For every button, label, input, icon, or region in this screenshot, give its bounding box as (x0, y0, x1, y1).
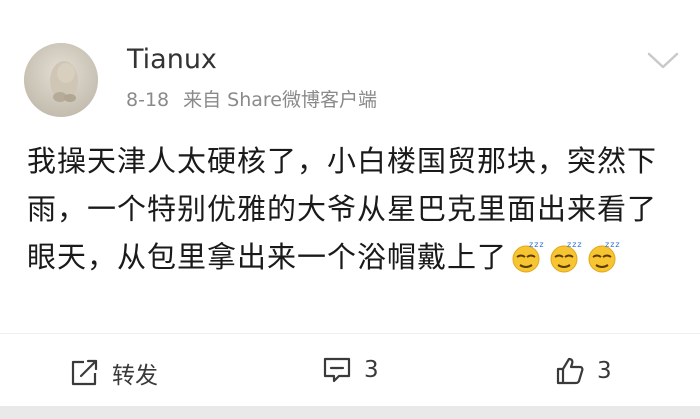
repost-icon (71, 359, 98, 386)
emoji-group: zzz zzz zzz (509, 239, 621, 273)
sleepy-emoji-icon: zzz (512, 240, 545, 273)
svg-text:zzz: zzz (605, 240, 621, 249)
sleepy-emoji-icon: zzz (588, 240, 621, 273)
comment-count: 3 (364, 357, 379, 383)
post-content: 我操天津人太硬核了，小白楼国贸那块，突然下雨，一个特别优雅的大爷从星巴克里面出来… (27, 137, 667, 281)
chevron-down-icon[interactable] (646, 50, 680, 72)
avatar[interactable] (24, 43, 98, 117)
repost-button[interactable]: 转发 (70, 356, 158, 390)
svg-text:zzz: zzz (567, 240, 583, 249)
weibo-post-card: Tianux 8-18 来自 Share微博客户端 我操天津人太硬核了，小白楼国贸… (0, 0, 700, 406)
repost-label: 转发 (112, 363, 158, 389)
comment-icon (323, 357, 351, 383)
like-button[interactable]: 3 (555, 356, 612, 386)
post-meta: 8-18 来自 Share微博客户端 (126, 88, 377, 112)
post-date: 8-18 (126, 89, 170, 111)
avatar-image (24, 43, 98, 117)
svg-text:zzz: zzz (529, 240, 545, 249)
sleepy-emoji-icon: zzz (550, 240, 583, 273)
divider (0, 333, 700, 334)
like-count: 3 (597, 358, 612, 384)
username[interactable]: Tianux (127, 44, 217, 76)
comment-button[interactable]: 3 (322, 356, 379, 384)
thumbs-up-icon (556, 357, 584, 385)
post-source: 来自 Share微博客户端 (183, 89, 377, 111)
